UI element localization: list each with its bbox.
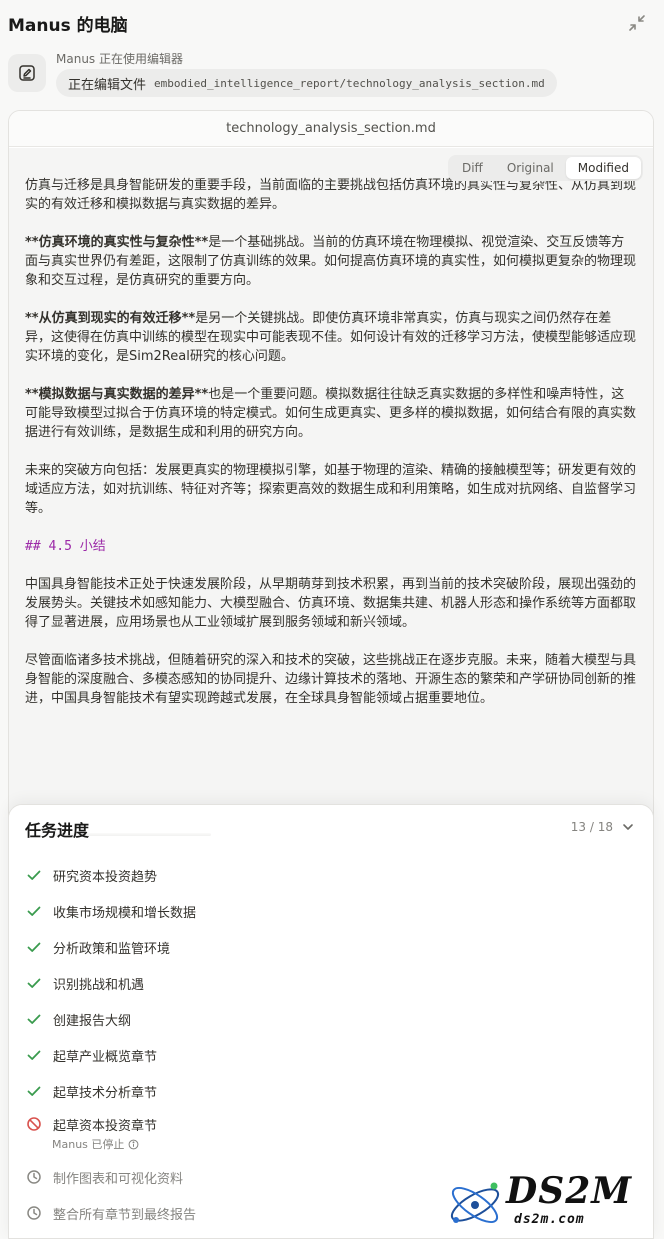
editing-verb: 正在编辑文件 [68, 77, 147, 93]
panel-top-fade [9, 805, 653, 843]
task-label: 制作图表和可视化资料 [53, 1171, 184, 1187]
collapse-icon[interactable] [626, 12, 648, 34]
task-label: 起草技术分析章节 [53, 1085, 158, 1101]
check-icon [25, 1010, 43, 1028]
editor-filename: technology_analysis_section.md [9, 111, 653, 147]
editor-content[interactable]: 仿真与迁移是具身智能研发的重要手段，当前面临的主要挑战包括仿真环境的真实性与复杂… [9, 148, 653, 869]
check-icon [25, 938, 43, 956]
editing-file-path: embodied_intelligence_report/technology_… [154, 76, 545, 90]
info-icon [129, 1139, 139, 1149]
tool-status: Manus 正在使用编辑器 正在编辑文件 embodied_intelligen… [8, 48, 656, 100]
bold-text: **仿真环境的真实性与复杂性** [25, 235, 209, 250]
tab-original[interactable]: Original [495, 157, 566, 179]
scrolled-text-remnant [25, 148, 245, 155]
task-label: 识别挑战和机遇 [53, 977, 145, 993]
tab-diff[interactable]: Diff [450, 157, 495, 179]
task-label: 分析政策和监管环境 [53, 941, 171, 957]
bold-text: **从仿真到现实的有效迁移** [25, 311, 196, 326]
check-icon [25, 974, 43, 992]
task-item[interactable]: 分析政策和监管环境 [25, 929, 637, 965]
task-label: 整合所有章节到最终报告 [53, 1207, 197, 1223]
check-icon [25, 1046, 43, 1064]
bold-text: **模拟数据与真实数据的差异** [25, 387, 209, 402]
task-label: 收集市场规模和增长数据 [53, 905, 197, 921]
stopped-text: Manus 已停止 [52, 1138, 125, 1151]
task-item[interactable]: 研究资本投资趋势 [25, 857, 637, 893]
markdown-heading: ## 4.5 小结 [25, 539, 106, 554]
task-item-stopped[interactable]: 起草资本投资章节 Manus 已停止 [25, 1109, 637, 1159]
window-header: Manus 的电脑 [0, 0, 664, 44]
editing-file-pill[interactable]: 正在编辑文件 embodied_intelligence_report/tech… [56, 69, 557, 97]
tab-modified[interactable]: Modified [565, 157, 641, 179]
clock-icon [25, 1204, 43, 1222]
task-label: 研究资本投资趋势 [53, 869, 158, 885]
view-mode-tabs: Diff Original Modified [447, 155, 643, 181]
task-progress-count: 13 / 18 [570, 820, 613, 834]
paragraph: **模拟数据与真实数据的差异**也是一个重要问题。模拟数据往往缺乏真实数据的多样… [25, 385, 637, 442]
edit-icon [8, 54, 46, 92]
window-title: Manus 的电脑 [8, 16, 128, 36]
paragraph: 中国具身智能技术正处于快速发展阶段，从早期萌芽到技术积累，再到当前的技术突破阶段… [25, 577, 637, 630]
task-item[interactable]: 收集市场规模和增长数据 [25, 893, 637, 929]
editor-panel: technology_analysis_section.md Diff Orig… [8, 110, 654, 870]
clock-icon [25, 1168, 43, 1186]
prohibited-icon [25, 1115, 43, 1133]
paragraph: **从仿真到现实的有效迁移**是另一个关键挑战。即使仿真环境非常真实，仿真与现实… [25, 309, 637, 366]
paragraph: 未来的突破方向包括：发展更真实的物理模拟引擎，如基于物理的渲染、精确的接触模型等… [25, 463, 637, 516]
task-label: 起草资本投资章节 [53, 1119, 158, 1134]
check-icon [25, 1082, 43, 1100]
task-item[interactable]: 起草产业概览章节 [25, 1037, 637, 1073]
task-item[interactable]: 起草技术分析章节 [25, 1073, 637, 1109]
watermark-brand: DS2M [506, 1170, 633, 1212]
tool-status-text: Manus 正在使用编辑器 [56, 52, 183, 66]
paragraph: **仿真环境的真实性与复杂性**是一个基础挑战。当前的仿真环境在物理模拟、视觉渲… [25, 233, 637, 290]
task-stopped-note: Manus 已停止 [52, 1136, 139, 1152]
watermark: DS2M ds2m.com [444, 1170, 654, 1236]
paragraph: 尽管面临诸多技术挑战，但随着研究的深入和技术的突破，这些挑战正在逐步克服。未来，… [25, 653, 637, 706]
watermark-site: ds2m.com [514, 1212, 585, 1227]
task-label: 创建报告大纲 [53, 1013, 132, 1029]
paragraph: 仿真与迁移是具身智能研发的重要手段，当前面临的主要挑战包括仿真环境的真实性与复杂… [25, 178, 637, 212]
check-icon [25, 902, 43, 920]
task-item[interactable]: 创建报告大纲 [25, 1001, 637, 1037]
task-item[interactable]: 识别挑战和机遇 [25, 965, 637, 1001]
task-progress-title: 任务进度 [25, 821, 90, 840]
check-icon [25, 866, 43, 884]
atom-logo-icon [450, 1182, 500, 1224]
task-label: 起草产业概览章节 [53, 1049, 158, 1065]
chevron-down-icon[interactable] [621, 819, 635, 833]
